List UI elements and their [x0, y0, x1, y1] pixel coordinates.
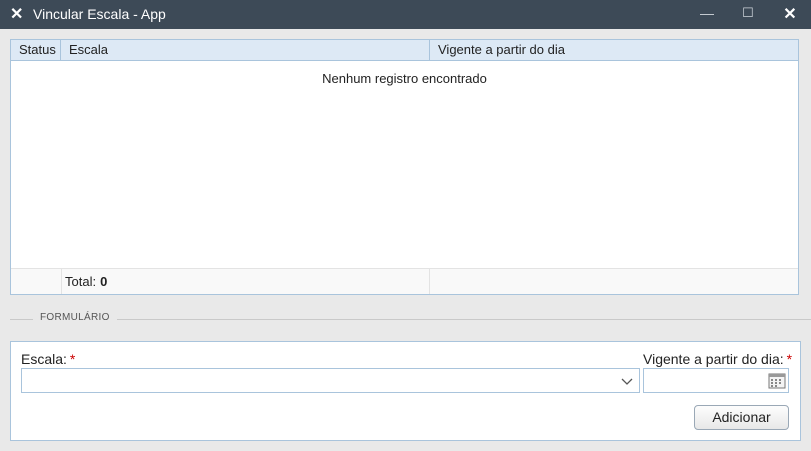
maximize-button[interactable]: ☐ [738, 5, 758, 21]
escala-label-text: Escala: [21, 351, 67, 367]
records-grid: Status Escala Vigente a partir do dia Ne… [10, 39, 799, 295]
column-header-vigente[interactable]: Vigente a partir do dia [430, 40, 798, 60]
title-bar: ✕ Vincular Escala - App — ☐ ✕ [0, 0, 811, 29]
vigente-label: Vigente a partir do dia: * [643, 351, 792, 367]
close-x-icon: ✕ [10, 6, 24, 23]
grid-header: Status Escala Vigente a partir do dia [11, 40, 798, 61]
total-value: 0 [100, 274, 108, 289]
fieldset-divider [10, 319, 811, 320]
footer-cell [11, 269, 62, 294]
add-button[interactable]: Adicionar [694, 405, 789, 430]
column-header-status[interactable]: Status [11, 40, 61, 60]
vigente-label-text: Vigente a partir do dia: [643, 351, 784, 367]
empty-message: Nenhum registro encontrado [322, 71, 487, 86]
required-mark: * [786, 351, 793, 367]
column-header-escala[interactable]: Escala [61, 40, 430, 60]
grid-footer: Total: 0 [11, 268, 798, 294]
total-summary: Total: 0 [61, 269, 430, 294]
minimize-button[interactable]: — [697, 5, 717, 21]
required-mark: * [69, 351, 76, 367]
form-legend: FORMULÁRIO [33, 312, 117, 323]
form-panel: Escala: * Vigente a partir do dia: * Adici… [10, 341, 801, 441]
total-label: Total: [65, 274, 97, 289]
chevron-down-icon[interactable] [621, 375, 633, 387]
escala-label: Escala: * [21, 351, 75, 367]
window-title: Vincular Escala - App [33, 6, 166, 22]
close-button[interactable]: ✕ [780, 4, 800, 24]
escala-select[interactable] [21, 368, 640, 393]
calendar-icon[interactable] [768, 372, 786, 389]
vigente-date-field[interactable] [643, 368, 789, 393]
